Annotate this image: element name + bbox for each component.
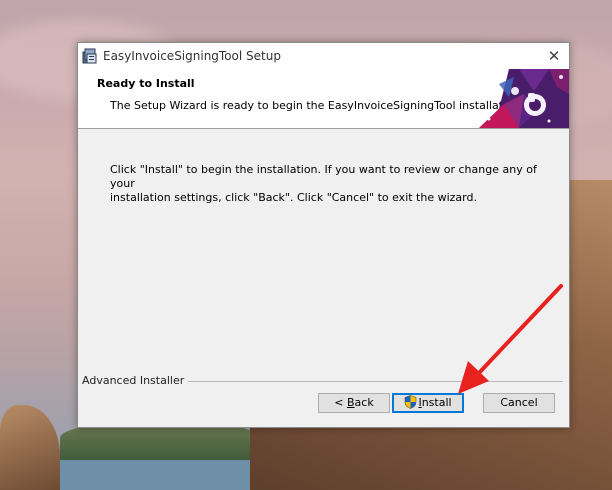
close-icon[interactable]: ✕ bbox=[539, 43, 569, 69]
page-title: Ready to Install bbox=[97, 77, 195, 90]
title-bar[interactable]: EasyInvoiceSigningTool Setup ✕ bbox=[78, 43, 569, 69]
instructions-text: Click "Install" to begin the installatio… bbox=[110, 163, 540, 205]
uac-shield-icon bbox=[405, 395, 417, 409]
setup-wizard-window: EasyInvoiceSigningTool Setup ✕ Ready to … bbox=[77, 42, 570, 428]
instructions-line-1: Click "Install" to begin the installatio… bbox=[110, 163, 537, 190]
back-button[interactable]: < Back bbox=[318, 393, 390, 413]
back-button-mnemonic: B bbox=[347, 396, 355, 409]
advanced-installer-logo-icon bbox=[479, 69, 569, 128]
back-button-label: ack bbox=[354, 396, 374, 409]
wizard-header: Ready to Install The Setup Wizard is rea… bbox=[78, 69, 569, 129]
install-button[interactable]: Install bbox=[392, 393, 464, 413]
install-button-label: nstall bbox=[421, 396, 452, 409]
footer-brand-label: Advanced Installer bbox=[82, 374, 189, 387]
back-button-prefix: < bbox=[334, 396, 347, 409]
page-subtitle: The Setup Wizard is ready to begin the E… bbox=[110, 99, 520, 112]
instructions-line-2: installation settings, click "Back". Cli… bbox=[110, 191, 477, 204]
window-title: EasyInvoiceSigningTool Setup bbox=[103, 49, 281, 63]
cancel-button[interactable]: Cancel bbox=[483, 393, 555, 413]
installer-app-icon bbox=[82, 48, 97, 64]
